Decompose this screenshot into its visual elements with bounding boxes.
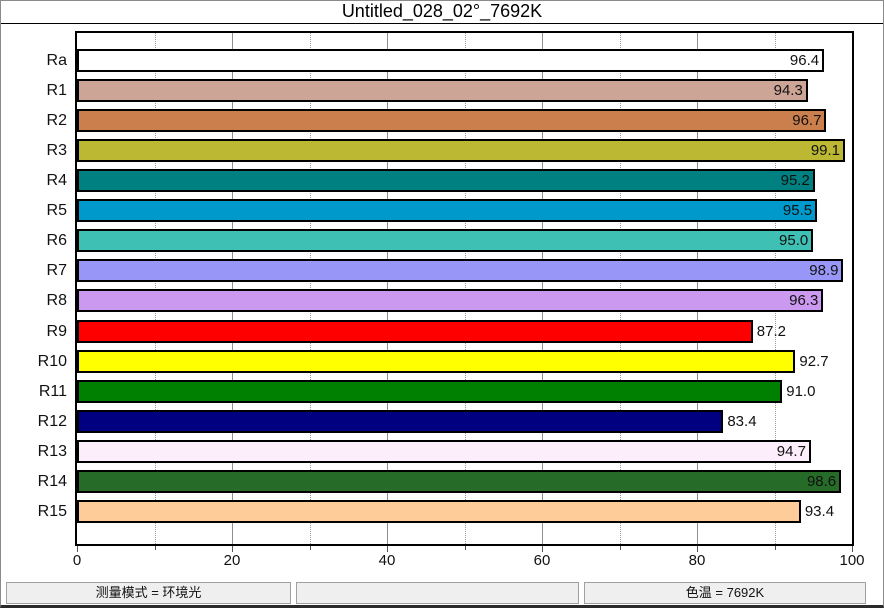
- bar-ra: [77, 49, 824, 72]
- bar-row-r7: 98.9: [77, 259, 852, 282]
- category-label-ra: Ra: [1, 49, 67, 72]
- status-measuring-mode: 测量模式 = 环境光: [6, 582, 291, 604]
- x-axis-tick: [775, 546, 776, 550]
- category-label-r4: R4: [1, 169, 67, 192]
- bar-value-label: 95.0: [779, 229, 808, 252]
- bar-row-r3: 99.1: [77, 139, 852, 162]
- x-axis-tick: [620, 546, 621, 550]
- bar-row-r14: 98.6: [77, 470, 852, 493]
- bar-value-label: 83.4: [727, 410, 756, 433]
- bar-value-label: 94.3: [774, 79, 803, 102]
- bar-row-r4: 95.2: [77, 169, 852, 192]
- bar-row-r6: 95.0: [77, 229, 852, 252]
- bar-row-ra: 96.4: [77, 49, 852, 72]
- chart-title: Untitled_028_02°_7692K: [1, 1, 883, 24]
- app-window: Untitled_028_02°_7692K 96.494.396.799.19…: [0, 0, 884, 608]
- bar-r14: [77, 470, 841, 493]
- category-label-r7: R7: [1, 259, 67, 282]
- bar-value-label: 92.7: [799, 350, 828, 373]
- x-axis-tick-label: 0: [47, 552, 107, 569]
- x-axis-tick-label: 20: [202, 552, 262, 569]
- bar-r5: [77, 199, 817, 222]
- bar-r13: [77, 440, 811, 463]
- category-label-r3: R3: [1, 139, 67, 162]
- category-label-r6: R6: [1, 229, 67, 252]
- bar-row-r13: 94.7: [77, 440, 852, 463]
- bar-r3: [77, 139, 845, 162]
- category-label-r9: R9: [1, 320, 67, 343]
- bar-value-label: 95.2: [781, 169, 810, 192]
- category-label-r15: R15: [1, 500, 67, 523]
- bar-value-label: 99.1: [811, 139, 840, 162]
- x-axis-tick-labels: 020406080100: [75, 552, 854, 570]
- bar-value-label: 95.5: [783, 199, 812, 222]
- bar-r4: [77, 169, 815, 192]
- bar-r1: [77, 79, 808, 102]
- bar-r6: [77, 229, 813, 252]
- bar-value-label: 96.7: [792, 109, 821, 132]
- bar-row-r12: 83.4: [77, 410, 852, 433]
- bar-r8: [77, 289, 823, 312]
- bar-value-label: 87.2: [757, 320, 786, 343]
- bar-r12: [77, 410, 723, 433]
- bar-row-r1: 94.3: [77, 79, 852, 102]
- category-label-r1: R1: [1, 79, 67, 102]
- bar-value-label: 93.4: [805, 500, 834, 523]
- bar-value-label: 94.7: [777, 440, 806, 463]
- status-bar: 测量模式 = 环境光 色温 = 7692K: [1, 582, 884, 605]
- bar-row-r5: 95.5: [77, 199, 852, 222]
- x-axis-tick: [465, 546, 466, 550]
- bar-value-label: 91.0: [786, 380, 815, 403]
- x-axis-tick-label: 80: [667, 552, 727, 569]
- status-color-temperature: 色温 = 7692K: [584, 582, 866, 604]
- x-axis-tick: [155, 546, 156, 550]
- category-label-r10: R10: [1, 350, 67, 373]
- category-label-r8: R8: [1, 289, 67, 312]
- category-label-r13: R13: [1, 440, 67, 463]
- x-axis-tick-label: 60: [512, 552, 572, 569]
- bar-r11: [77, 380, 782, 403]
- bar-row-r15: 93.4: [77, 500, 852, 523]
- bar-r15: [77, 500, 801, 523]
- bar-value-label: 98.9: [809, 259, 838, 282]
- bar-value-label: 96.4: [790, 49, 819, 72]
- bar-value-label: 96.3: [789, 289, 818, 312]
- category-label-r11: R11: [1, 380, 67, 403]
- bar-row-r9: 87.2: [77, 320, 852, 343]
- bar-value-label: 98.6: [807, 470, 836, 493]
- bar-r9: [77, 320, 753, 343]
- y-axis-labels: Ra R1 R2 R3 R4 R5 R6 R7 R8 R9 R10 R11 R12 R13 R14 R15: [1, 31, 71, 546]
- category-label-r2: R2: [1, 109, 67, 132]
- category-label-r5: R5: [1, 199, 67, 222]
- bar-row-r11: 91.0: [77, 380, 852, 403]
- x-axis-tick-label: 40: [357, 552, 417, 569]
- bar-row-r10: 92.7: [77, 350, 852, 373]
- plot-area: 96.4 94.3 96.7 99.195.2 95.5 95.098.9 96.387.2…: [75, 31, 854, 546]
- bar-r7: [77, 259, 843, 282]
- bar-r2: [77, 109, 826, 132]
- x-axis-tick: [310, 546, 311, 550]
- x-axis-tick-label: 100: [822, 552, 882, 569]
- status-empty-panel: [296, 582, 579, 604]
- category-label-r14: R14: [1, 470, 67, 493]
- bar-r10: [77, 350, 795, 373]
- bar-row-r8: 96.3: [77, 289, 852, 312]
- category-label-r12: R12: [1, 410, 67, 433]
- bar-row-r2: 96.7: [77, 109, 852, 132]
